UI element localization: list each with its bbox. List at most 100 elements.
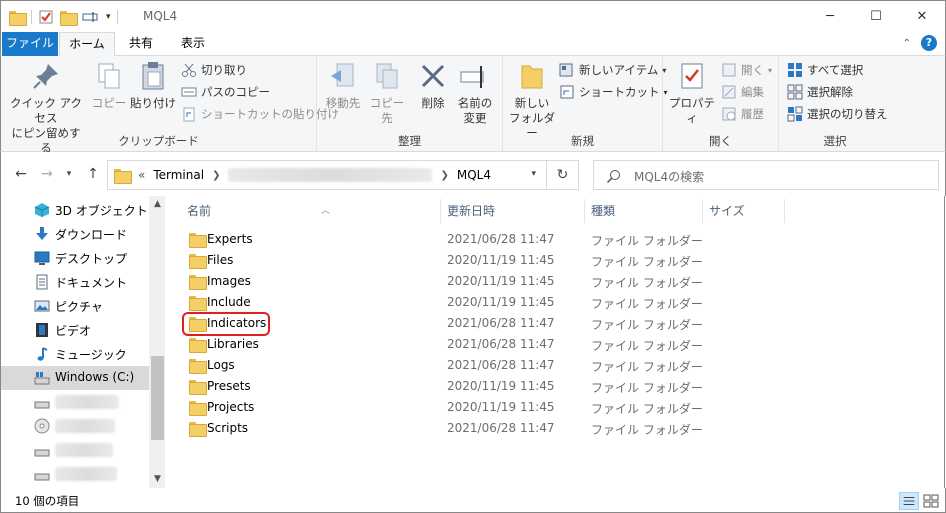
table-row[interactable]: Experts 2021/06/28 11:47 ファイル フォルダー [181,229,721,250]
tab-view[interactable]: 表示 [169,32,217,56]
table-row[interactable]: Logs 2021/06/28 11:47 ファイル フォルダー [181,355,721,376]
clipboard-group: クイック アクセス にピン留めする コピー 貼り付け 切り取り パスのコピー シ… [1,56,339,155]
column-header-date[interactable]: 更新日時 [441,199,585,223]
new-item-button[interactable]: 新しいアイテム ▾ [559,60,666,80]
new-folder-icon[interactable] [60,10,78,26]
title-bar: ▾ MQL4 ─ ☐ ✕ [0,0,946,32]
nav-item-desktop[interactable]: デスクトップ [1,246,149,270]
file-date: 2021/06/28 11:47 [447,316,555,330]
window-title: MQL4 [143,9,178,23]
nav-item-3d-objects[interactable]: 3D オブジェクト [1,198,149,222]
forward-arrow-icon[interactable]: → [37,164,57,184]
up-arrow-icon[interactable]: ↑ [83,164,103,184]
column-header-name[interactable]: 名前 ︿ [181,199,441,223]
back-arrow-icon[interactable]: ← [11,164,31,184]
file-type: ファイル フォルダー [591,297,703,311]
copy-path-button[interactable]: パスのコピー [181,82,270,102]
column-header-type[interactable]: 種類 [585,199,703,223]
move-to-button[interactable]: 移動先 [321,60,365,111]
file-name: Images [207,274,251,288]
open-button[interactable]: 開く ▾ [721,60,772,80]
select-all-button[interactable]: すべて選択 [787,60,863,80]
downloads-icon [36,227,48,240]
tab-home[interactable]: ホーム [59,32,115,57]
open-label: 開く [741,63,764,77]
maximize-button[interactable]: ☐ [853,1,899,32]
breadcrumb-mql4[interactable]: MQL4 [457,168,491,182]
scrollbar-thumb[interactable] [151,356,164,440]
cut-button[interactable]: 切り取り [181,60,247,80]
recent-locations-chevron-icon[interactable]: ▾ [59,164,79,184]
collapse-ribbon-icon[interactable]: ⌃ [903,38,911,49]
history-icon [722,107,736,121]
address-history-chevron-icon[interactable]: ▾ [531,169,536,179]
drive-icon [34,372,50,385]
refresh-button[interactable]: ↻ [547,160,579,190]
paste-shortcut-button[interactable]: ショートカットの貼り付け [181,104,339,124]
new-folder-button[interactable]: 新しい フォルダー [507,60,557,141]
chevron-right-icon[interactable]: ❯ [440,170,448,181]
copy-to-button[interactable]: コピー先 [365,60,409,126]
easy-access-button[interactable]: ショートカット ▾ [559,82,668,102]
properties-check-icon[interactable] [38,9,54,25]
nav-item-pictures[interactable]: ピクチャ [1,294,149,318]
nav-item-label: ドキュメント [55,276,128,290]
properties-button[interactable]: プロパティ [667,60,717,126]
folder-icon [114,168,132,184]
table-row[interactable]: Images 2020/11/19 11:45 ファイル フォルダー [181,271,721,292]
large-icons-view-icon[interactable] [921,492,941,510]
search-box[interactable]: MQL4の検索 [593,160,939,190]
rename-icon[interactable] [82,9,100,25]
chevron-right-icon[interactable]: ❯ [212,170,220,181]
file-date: 2020/11/19 11:45 [447,295,555,309]
paste-icon [142,62,164,90]
folder-icon [189,422,207,437]
nav-item-redacted-disc[interactable] [1,414,149,438]
table-row[interactable]: Include 2020/11/19 11:45 ファイル フォルダー [181,292,721,313]
close-button[interactable]: ✕ [899,1,945,32]
copy-label: コピー [91,96,127,110]
nav-item-videos[interactable]: ビデオ [1,318,149,342]
table-row[interactable]: Libraries 2021/06/28 11:47 ファイル フォルダー [181,334,721,355]
scroll-down-icon[interactable]: ▼ [149,471,166,488]
nav-item-label: ミュージック [55,348,127,362]
select-all-label: すべて選択 [807,63,864,77]
breadcrumb-overflow[interactable]: « [138,168,145,182]
file-type: ファイル フォルダー [591,318,703,332]
nav-item-downloads[interactable]: ダウンロード [1,222,149,246]
rename-button[interactable]: 名前の 変更 [453,60,497,126]
nav-item-redacted-drive[interactable] [1,390,149,414]
paste-button[interactable]: 貼り付け [129,60,177,111]
invert-selection-button[interactable]: 選択の切り替え [787,104,888,124]
scroll-up-icon[interactable]: ▲ [149,196,166,213]
minimize-button[interactable]: ─ [807,1,853,32]
copy-button[interactable]: コピー [89,60,129,111]
table-row[interactable]: Projects 2020/11/19 11:45 ファイル フォルダー [181,397,721,418]
nav-item-redacted-drive[interactable] [1,462,149,486]
file-type: ファイル フォルダー [591,360,703,374]
select-none-button[interactable]: 選択解除 [787,82,853,102]
folder-icon [189,401,207,416]
help-icon[interactable]: ? [921,35,937,51]
nav-item-windows-c[interactable]: Windows (C:) [1,366,149,390]
address-bar[interactable]: « Terminal ❯ ❯ MQL4 ▾ [107,160,547,190]
history-button[interactable]: 履歴 [721,104,764,124]
delete-button[interactable]: 削除 [415,60,451,111]
nav-item-music[interactable]: ミュージック [1,342,149,366]
edit-button[interactable]: 編集 [721,82,764,102]
tab-share[interactable]: 共有 [117,32,165,56]
folder-icon [189,338,207,353]
breadcrumb-terminal[interactable]: Terminal [153,168,204,182]
tab-file[interactable]: ファイル [2,32,58,56]
details-view-icon[interactable] [899,492,919,510]
table-row[interactable]: Files 2020/11/19 11:45 ファイル フォルダー [181,250,721,271]
table-row[interactable]: Scripts 2021/06/28 11:47 ファイル フォルダー [181,418,721,439]
easy-access-label: ショートカット [579,85,660,99]
search-input[interactable]: MQL4の検索 [634,168,704,185]
nav-item-documents[interactable]: ドキュメント [1,270,149,294]
nav-pane-scrollbar[interactable]: ▲ ▼ [149,196,166,488]
table-row[interactable]: Presets 2020/11/19 11:45 ファイル フォルダー [181,376,721,397]
customize-qat-icon[interactable]: ▾ [106,12,111,22]
nav-item-redacted-drive[interactable] [1,438,149,462]
column-header-size[interactable]: サイズ [703,199,785,223]
